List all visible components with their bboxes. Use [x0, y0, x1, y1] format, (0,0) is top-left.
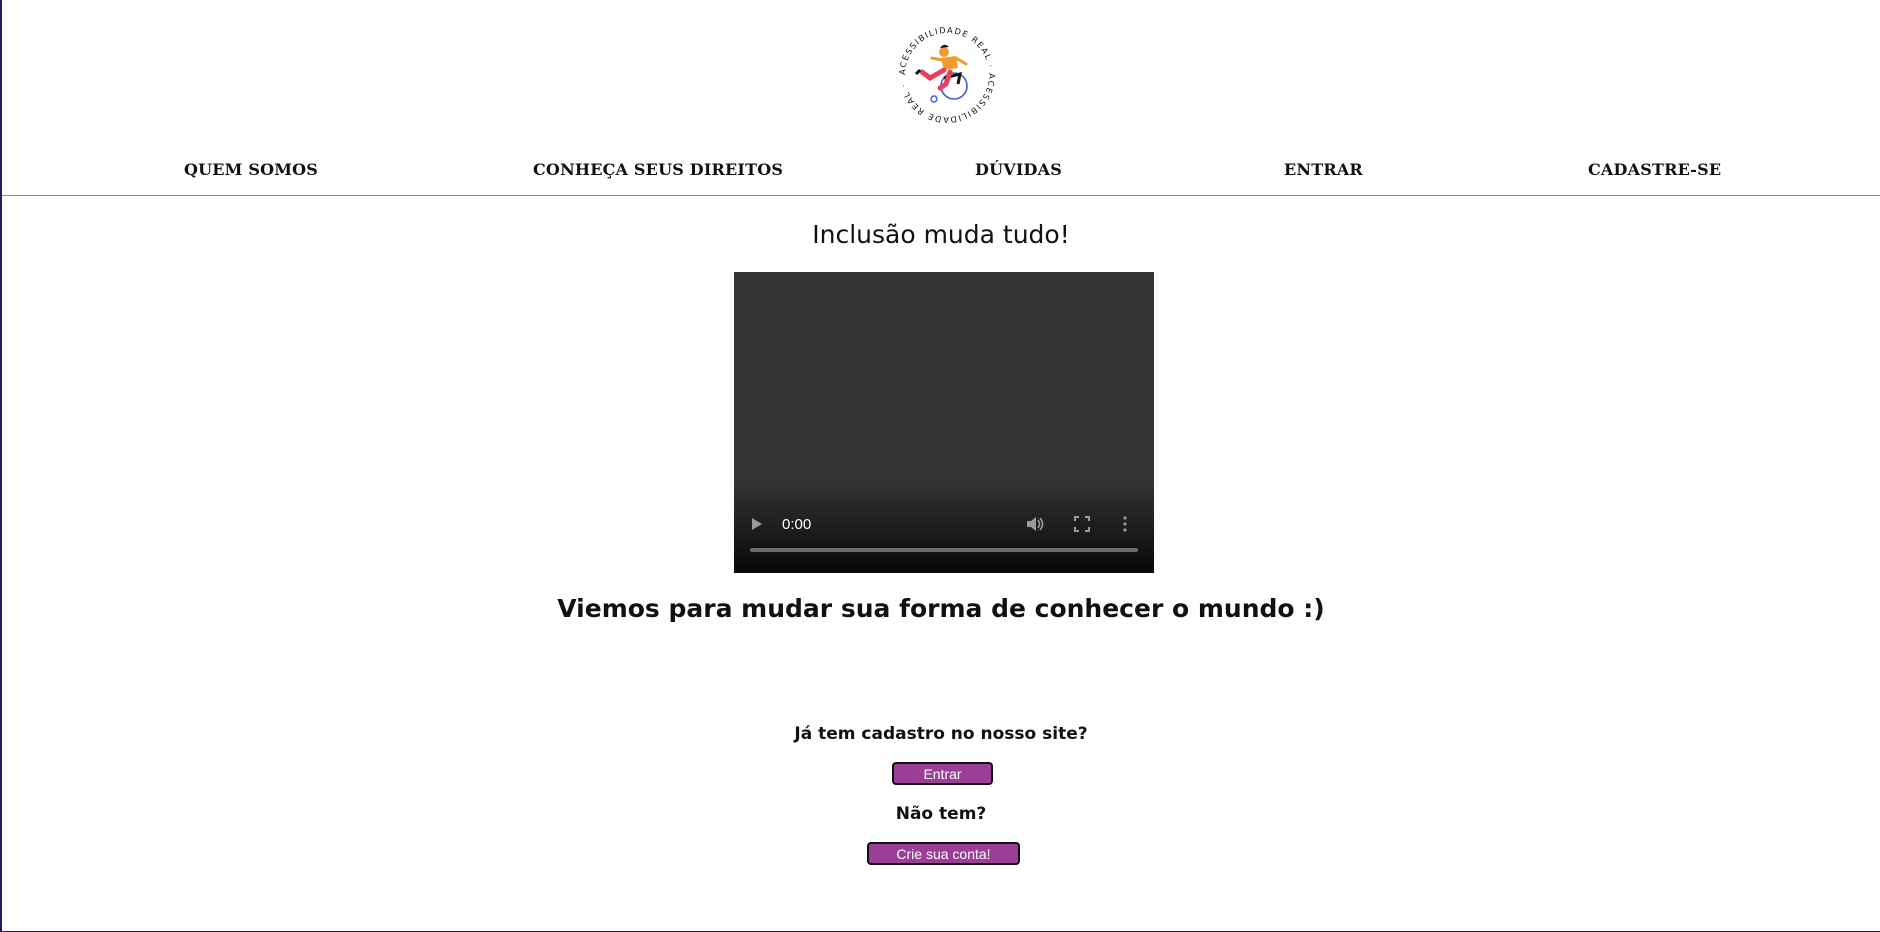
play-icon[interactable] — [750, 517, 764, 531]
video-time: 0:00 — [782, 516, 812, 533]
nav-item-quem-somos[interactable]: QUEM SOMOS — [184, 160, 318, 179]
main-nav: QUEM SOMOS CONHEÇA SEUS DIREITOS DÚVIDAS… — [2, 160, 1880, 182]
page-subheadline: Viemos para mudar sua forma de conhecer … — [557, 594, 1325, 623]
create-account-button[interactable]: Crie sua conta! — [867, 842, 1020, 865]
page-headline: Inclusão muda tudo! — [812, 220, 1070, 249]
accessibility-logo-icon: ACESSIBILIDADE REAL · ACESSIBILIDADE REA… — [897, 25, 996, 125]
signup-question: Não tem? — [895, 804, 987, 824]
nav-item-duvidas[interactable]: DÚVIDAS — [975, 160, 1062, 179]
login-question: Já tem cadastro no nosso site? — [794, 724, 1088, 744]
nav-item-conheca-seus-direitos[interactable]: CONHEÇA SEUS DIREITOS — [533, 160, 783, 179]
video-progress-bar[interactable] — [750, 548, 1138, 552]
nav-item-entrar[interactable]: ENTRAR — [1284, 160, 1363, 179]
login-button[interactable]: Entrar — [892, 762, 993, 785]
nav-item-cadastre-se[interactable]: CADASTRE-SE — [1588, 160, 1721, 179]
video-player[interactable]: 0:00 — [734, 272, 1154, 573]
site-logo[interactable]: ACESSIBILIDADE REAL · ACESSIBILIDADE REA… — [894, 22, 1000, 128]
nav-divider — [2, 195, 1880, 196]
volume-icon[interactable] — [1026, 516, 1044, 532]
more-options-icon[interactable] — [1122, 516, 1128, 532]
fullscreen-icon[interactable] — [1074, 516, 1090, 532]
